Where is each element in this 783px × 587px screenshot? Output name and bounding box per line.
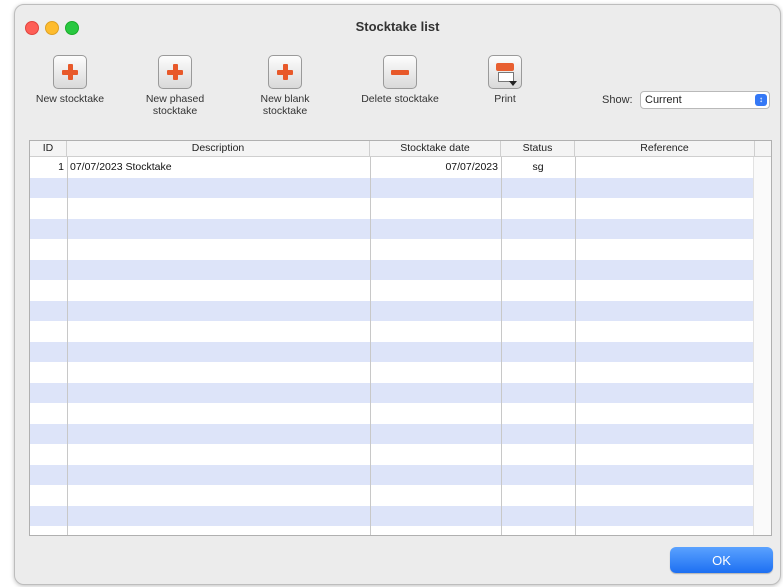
new-phased-label-line2: stocktake: [152, 105, 198, 117]
empty-table-row: [30, 505, 755, 526]
cell-id: 1: [58, 161, 64, 173]
empty-table-row: [30, 362, 755, 383]
column-header-reference[interactable]: Reference: [575, 141, 755, 157]
ok-button[interactable]: OK: [670, 547, 773, 573]
empty-table-row: [30, 403, 755, 424]
print-label: Print: [494, 93, 516, 105]
new-blank-stocktake-button[interactable]: New blank stocktake: [240, 55, 330, 117]
column-divider: [501, 157, 502, 535]
column-divider: [370, 157, 371, 535]
empty-table-row: [30, 300, 755, 321]
title-bar: Stocktake list: [15, 5, 780, 45]
column-divider: [575, 157, 576, 535]
cell-description: 07/07/2023 Stocktake: [70, 161, 172, 173]
empty-table-row: [30, 464, 755, 485]
table-body: 1 07/07/2023 Stocktake 07/07/2023 sg: [30, 157, 755, 535]
empty-table-row: [30, 218, 755, 239]
cell-stocktake-date: 07/07/2023: [445, 161, 498, 173]
printer-icon: [488, 55, 522, 89]
empty-table-row: [30, 382, 755, 403]
cell-status: sg: [532, 161, 544, 173]
new-stocktake-button[interactable]: New stocktake: [25, 55, 115, 105]
plus-icon: [158, 55, 192, 89]
column-header-description[interactable]: Description: [67, 141, 370, 157]
stocktake-list-window: Stocktake list New stocktake New phased …: [14, 4, 781, 585]
empty-table-row: [30, 341, 755, 362]
table-header: ID Description Stocktake date Status Ref…: [30, 141, 771, 157]
column-header-stocktake-date[interactable]: Stocktake date: [370, 141, 501, 157]
show-select[interactable]: Current ↕: [640, 91, 770, 109]
empty-table-row: [30, 423, 755, 444]
new-phased-stocktake-button[interactable]: New phased stocktake: [130, 55, 220, 117]
show-select-value: Current: [645, 94, 682, 106]
empty-table-row: [30, 526, 755, 535]
select-arrows-icon: ↕: [755, 94, 767, 106]
new-phased-label-line1: New phased: [145, 93, 205, 105]
empty-table-row: [30, 444, 755, 465]
table-scrollbar[interactable]: [753, 157, 771, 535]
delete-stocktake-label: Delete stocktake: [361, 93, 439, 105]
print-button[interactable]: Print: [470, 55, 540, 105]
stocktake-table: ID Description Stocktake date Status Ref…: [29, 140, 772, 536]
empty-table-row: [30, 177, 755, 198]
plus-icon: [268, 55, 302, 89]
empty-table-row: [30, 280, 755, 301]
column-header-id[interactable]: ID: [30, 141, 67, 157]
table-row[interactable]: 1 07/07/2023 Stocktake 07/07/2023 sg: [30, 157, 755, 178]
show-label: Show:: [602, 94, 633, 106]
empty-table-row: [30, 239, 755, 260]
empty-table-row: [30, 198, 755, 219]
window-title: Stocktake list: [355, 19, 440, 34]
empty-table-row: [30, 485, 755, 506]
new-stocktake-label: New stocktake: [35, 93, 105, 105]
delete-stocktake-button[interactable]: Delete stocktake: [350, 55, 450, 105]
column-divider: [67, 157, 68, 535]
empty-table-row: [30, 259, 755, 280]
plus-icon: [53, 55, 87, 89]
column-header-status[interactable]: Status: [501, 141, 575, 157]
minus-icon: [383, 55, 417, 89]
empty-table-row: [30, 321, 755, 342]
new-blank-label-line2: stocktake: [262, 105, 308, 117]
new-blank-label-line1: New blank: [260, 93, 310, 105]
